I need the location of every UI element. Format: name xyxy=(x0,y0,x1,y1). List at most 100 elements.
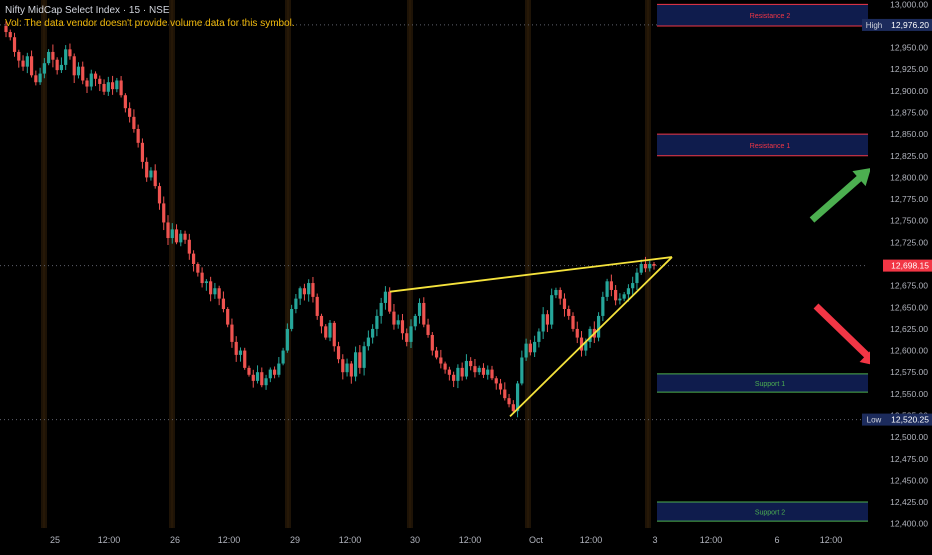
candle-body xyxy=(353,352,358,377)
candle-body xyxy=(200,272,204,284)
price-tick-label: 12,950.00 xyxy=(890,43,928,53)
price-tag-value: 12,520.25 xyxy=(891,415,929,425)
candle-body xyxy=(554,289,558,296)
candle-body xyxy=(635,272,639,284)
candle-body xyxy=(302,288,307,295)
candle-body xyxy=(524,343,528,358)
candle-body xyxy=(221,298,226,310)
candle-body xyxy=(209,281,213,295)
candle-body xyxy=(422,302,426,325)
candle-body xyxy=(596,315,601,338)
candle-body xyxy=(85,80,89,87)
chart-area[interactable]: Resistance 2 Resistance 1 Support 1 Support… xyxy=(0,0,932,550)
candle-body xyxy=(460,367,464,377)
candle-body xyxy=(123,95,127,109)
candle-body xyxy=(631,283,635,289)
candle-body xyxy=(76,66,81,76)
candle-body xyxy=(464,360,469,377)
candle-body xyxy=(119,80,123,96)
price-tag-label: High xyxy=(866,21,882,30)
candle-body xyxy=(328,322,332,338)
price-tag-label: Low xyxy=(867,416,882,425)
time-tick-label: 30 xyxy=(410,535,420,545)
candle-body xyxy=(128,108,132,117)
candle-body xyxy=(110,82,115,90)
candle-body xyxy=(375,315,379,329)
candle-body xyxy=(17,51,21,61)
candle-body xyxy=(571,315,575,329)
candle-body xyxy=(392,311,396,325)
candle-body xyxy=(648,264,652,269)
candle-body xyxy=(503,389,507,399)
candle-body xyxy=(162,203,166,223)
time-tick-label: 12:00 xyxy=(700,535,723,545)
candle-body xyxy=(413,315,417,327)
time-tick-label: 12:00 xyxy=(580,535,603,545)
candle-body xyxy=(366,337,370,347)
candle-body xyxy=(652,264,656,266)
price-tick-label: 12,825.00 xyxy=(890,151,928,161)
price-tick-label: 12,575.00 xyxy=(890,367,928,377)
candle-body xyxy=(98,78,102,84)
candle-body xyxy=(136,128,140,143)
candle-body xyxy=(166,222,170,239)
candle-body xyxy=(277,363,281,375)
candle-body xyxy=(255,372,260,381)
candle-body xyxy=(238,350,243,355)
volume-note: Vol: The data vendor doesn't provide vol… xyxy=(5,18,295,29)
resistance-zone-label: Resistance 2 xyxy=(750,13,791,20)
price-tick-label: 12,850.00 xyxy=(890,129,928,139)
time-tick-label: 12:00 xyxy=(218,535,241,545)
price-tick-label: 12,550.00 xyxy=(890,389,928,399)
candle-body xyxy=(290,309,294,329)
candle-body xyxy=(332,322,336,347)
symbol-title[interactable]: Nifty MidCap Select Index · 15 · NSE xyxy=(5,4,295,17)
price-tick-label: 12,725.00 xyxy=(890,237,928,247)
candle-body xyxy=(217,288,221,299)
candle-body xyxy=(345,363,349,373)
candle-body xyxy=(490,369,494,379)
candle-body xyxy=(430,334,434,351)
candle-body xyxy=(469,360,473,367)
candle-body xyxy=(520,357,524,384)
price-tick-label: 12,800.00 xyxy=(890,172,928,182)
candle-body xyxy=(8,32,12,38)
candle-body xyxy=(268,369,272,379)
support-zone-label: Support 1 xyxy=(755,381,785,388)
candle-body xyxy=(251,374,255,381)
candle-body xyxy=(187,239,191,254)
candle-body xyxy=(396,320,400,325)
candle-body xyxy=(42,63,46,74)
candle-body xyxy=(102,83,106,92)
candle-body xyxy=(294,298,298,310)
candle-body xyxy=(639,264,643,273)
candle-body xyxy=(12,37,17,52)
price-tick-label: 12,400.00 xyxy=(890,519,928,529)
candle-body xyxy=(486,369,490,375)
candle-body xyxy=(511,404,515,412)
candle-body xyxy=(93,73,98,79)
candle-body xyxy=(379,302,383,316)
candle-body xyxy=(285,328,289,351)
candle-body xyxy=(234,341,238,355)
time-tick-label: 12:00 xyxy=(459,535,482,545)
candle-body xyxy=(281,350,285,364)
candle-body xyxy=(528,343,532,353)
candle-body xyxy=(618,298,622,301)
candle-body xyxy=(349,363,353,377)
candle-body xyxy=(409,326,413,342)
candle-body xyxy=(247,367,251,375)
candle-body xyxy=(400,320,405,334)
price-tag-value: 12,976.20 xyxy=(891,20,929,30)
candle-body xyxy=(434,350,439,358)
candle-body xyxy=(25,56,29,67)
candle-body xyxy=(243,350,247,368)
candle-body xyxy=(452,374,456,381)
candle-body xyxy=(72,56,76,76)
price-chart[interactable]: Resistance 2 Resistance 1 Support 1 Support… xyxy=(0,0,932,550)
candle-body xyxy=(456,367,460,381)
price-axis-bg xyxy=(870,0,932,550)
candle-body xyxy=(614,289,618,301)
candle-body xyxy=(336,346,341,360)
candle-body xyxy=(626,288,631,295)
